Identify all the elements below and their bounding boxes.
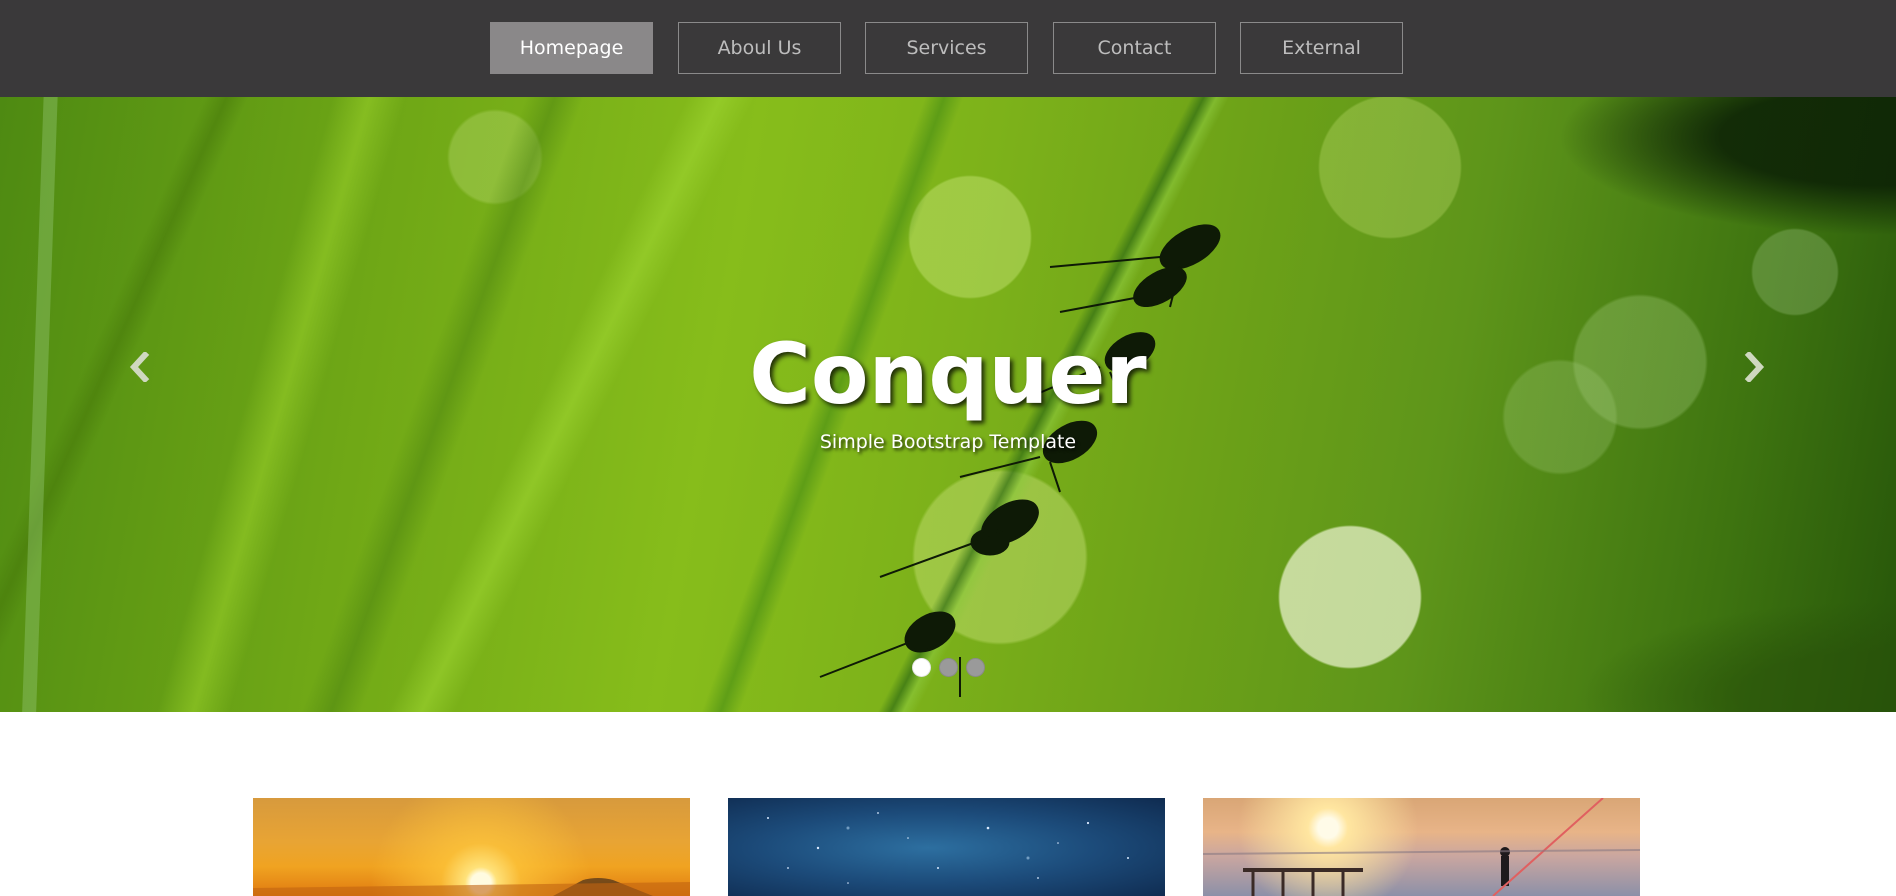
nav-item-services[interactable]: Services (865, 22, 1028, 74)
nav-item-homepage[interactable]: Homepage (490, 22, 653, 74)
hero-title: Conquer (749, 325, 1147, 423)
hero-carousel: Conquer Simple Bootstrap Template (0, 97, 1896, 712)
mountain-silhouette (253, 878, 690, 896)
carousel-indicators (0, 658, 1896, 677)
carousel-indicator-1[interactable] (911, 658, 931, 677)
nav-item-external[interactable]: External (1240, 22, 1403, 74)
sunrise-image (253, 798, 690, 896)
nav-item-about-us[interactable]: Aboul Us (678, 22, 841, 74)
sunset-pier-image (1203, 798, 1640, 896)
hero-subtitle: Simple Bootstrap Template (819, 431, 1077, 453)
starry-sky-image (728, 798, 1165, 896)
carousel-indicator-3[interactable] (965, 658, 985, 677)
pier-silhouette (1203, 798, 1640, 896)
stars-decoration (767, 812, 1129, 884)
carousel-indicator-2[interactable] (938, 658, 958, 677)
nav-item-contact[interactable]: Contact (1053, 22, 1216, 74)
top-navbar: Homepage Aboul Us Services Contact Exter… (0, 0, 1896, 97)
